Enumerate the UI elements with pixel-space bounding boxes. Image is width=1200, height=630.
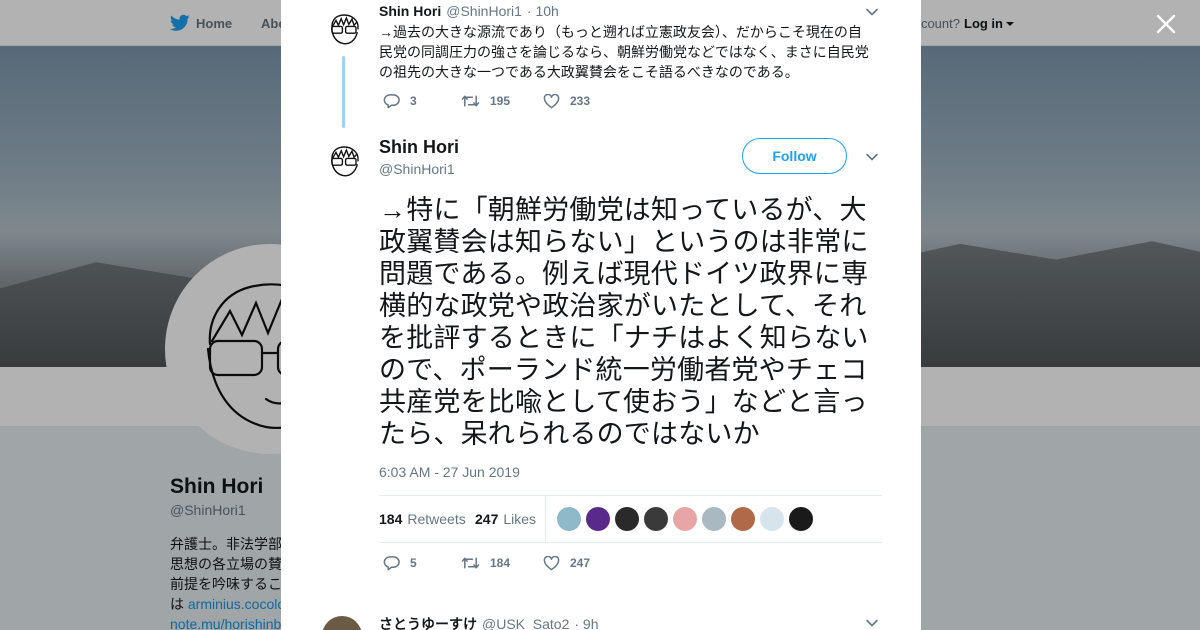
avatar[interactable] (324, 140, 364, 180)
retweet-stat-count: 184 (379, 511, 403, 527)
like-stat[interactable]: 247 Likes (475, 496, 536, 542)
tweet-time[interactable]: · 10h (527, 3, 559, 19)
tweet-stats: 184 Retweets 247 Likes (379, 495, 882, 543)
liker-avatars (557, 507, 813, 531)
liker-avatar[interactable] (644, 507, 668, 531)
reply-tweet[interactable]: さとうゆーすけ @USK_Sato2 · 9h (281, 610, 921, 630)
heart-icon (543, 93, 560, 108)
liker-avatar[interactable] (673, 507, 697, 531)
reply-icon (383, 94, 400, 109)
retweet-button[interactable]: 184 (461, 556, 543, 570)
tweet-time[interactable]: · 9h (574, 616, 598, 630)
reply-button[interactable]: 5 (383, 555, 461, 571)
author-name[interactable]: Shin Hori (379, 136, 459, 158)
retweet-count: 184 (490, 556, 511, 570)
chevron-down-icon[interactable] (865, 616, 879, 630)
reply-icon (383, 556, 400, 571)
reply-button[interactable]: 3 (383, 93, 461, 109)
retweet-stat[interactable]: 184 Retweets (379, 496, 466, 542)
author-name[interactable]: さとうゆーすけ (379, 614, 477, 630)
tweet-text: →過去の大きな源流であり（もっと遡れば立憲政友会）、だからこそ現在の自民党の同調… (379, 24, 869, 80)
tweet-actions: 5 184 247 (383, 555, 590, 571)
avatar[interactable] (324, 8, 364, 48)
tweet-header: Shin Hori @ShinHori1 · 10h (379, 3, 559, 19)
retweet-button[interactable]: 195 (461, 94, 543, 108)
retweet-stat-label: Retweets (407, 511, 466, 527)
author-handle[interactable]: @ShinHori1 (446, 3, 522, 19)
author-handle[interactable]: @ShinHori1 (379, 159, 459, 179)
liker-avatar[interactable] (731, 507, 755, 531)
like-button[interactable]: 233 (543, 93, 591, 109)
tweet-header: Shin Hori @ShinHori1 (379, 136, 459, 179)
liker-avatar[interactable] (557, 507, 581, 531)
liker-avatar[interactable] (615, 507, 639, 531)
sketch-face-icon (330, 14, 359, 45)
reply-count: 5 (410, 556, 417, 570)
like-stat-label: Likes (503, 511, 537, 527)
chevron-down-icon[interactable] (865, 5, 879, 19)
like-count: 233 (570, 94, 591, 108)
retweet-icon (461, 557, 480, 569)
author-name[interactable]: Shin Hori (379, 3, 441, 19)
avatar[interactable] (322, 616, 362, 630)
tweet-text: →特に「朝鮮労働党は知っているが、大政翼賛会は知らない」というのは非常に問題であ… (379, 195, 869, 449)
liker-avatar[interactable] (789, 507, 813, 531)
follow-button[interactable]: Follow (742, 138, 847, 174)
liker-avatar[interactable] (586, 507, 610, 531)
sketch-face-icon (330, 146, 359, 177)
like-count: 247 (570, 556, 591, 570)
tweet-header: さとうゆーすけ @USK_Sato2 · 9h (379, 614, 599, 630)
parent-tweet[interactable]: Shin Hori @ShinHori1 · 10h →過去の大きな源流であり（… (281, 0, 921, 128)
liker-avatar[interactable] (702, 507, 726, 531)
heart-icon (543, 555, 560, 570)
close-button[interactable] (1154, 12, 1178, 36)
divider (545, 496, 546, 542)
liker-avatar[interactable] (760, 507, 784, 531)
like-button[interactable]: 247 (543, 555, 591, 571)
thread-line (342, 56, 345, 128)
close-icon (1156, 14, 1176, 34)
like-stat-count: 247 (475, 511, 499, 527)
retweet-count: 195 (490, 94, 511, 108)
reply-count: 3 (410, 94, 417, 108)
author-handle[interactable]: @USK_Sato2 (482, 616, 569, 630)
tweet-actions: 3 195 233 (383, 93, 590, 109)
tweet-modal: Shin Hori @ShinHori1 · 10h →過去の大きな源流であり（… (281, 0, 921, 630)
tweet-timestamp[interactable]: 6:03 AM - 27 Jun 2019 (379, 464, 520, 480)
retweet-icon (461, 95, 480, 107)
chevron-down-icon[interactable] (865, 150, 879, 164)
